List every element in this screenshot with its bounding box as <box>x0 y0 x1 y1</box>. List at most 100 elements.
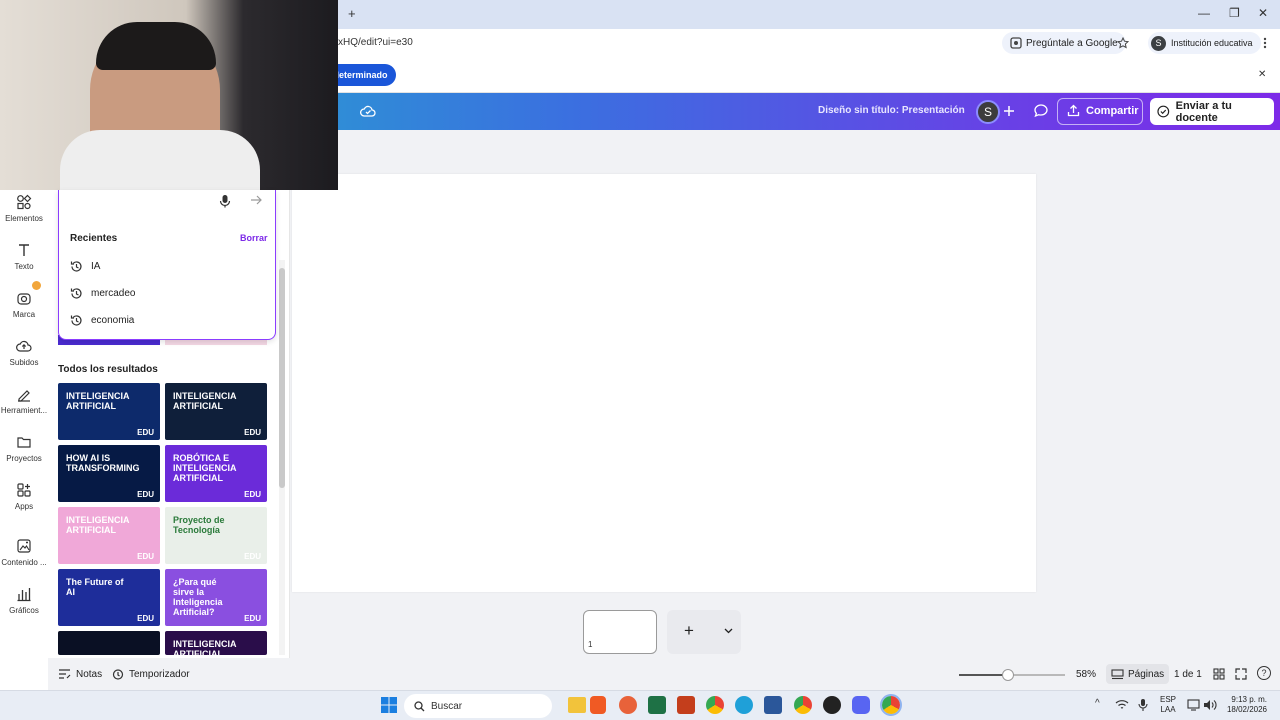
set-default-button[interactable]: leterminado <box>328 64 396 86</box>
ask-google-chip[interactable]: Pregúntale a Google <box>1002 32 1126 54</box>
help-button[interactable]: ? <box>1257 666 1271 680</box>
recent-search-item[interactable]: mercadeo <box>70 287 135 300</box>
send-to-teacher-label: Enviar a tu docente <box>1175 99 1232 124</box>
search-icon <box>414 700 425 711</box>
comment-icon[interactable] <box>1033 103 1049 119</box>
add-page-button[interactable]: + <box>684 621 694 641</box>
template-thumbnail[interactable]: ROBÓTICA E INTELIGENCIA ARTIFICIAL EDU <box>165 445 267 502</box>
template-thumbnail[interactable]: The Future of AI EDU <box>58 569 160 626</box>
sidebar-label-charts: Gráficos <box>9 606 39 615</box>
share-button[interactable] <box>1057 98 1143 125</box>
microphone-tray-icon[interactable] <box>1138 698 1148 712</box>
chrome-icon[interactable] <box>706 696 724 714</box>
restore-button[interactable]: ❐ <box>1229 6 1240 20</box>
page-thumbnail[interactable]: 1 <box>583 610 657 654</box>
taskbar-search-box[interactable]: Buscar <box>404 694 552 718</box>
doc-title[interactable]: Diseño sin título: Presentación <box>818 105 965 116</box>
close-window-button[interactable]: ✕ <box>1258 6 1268 20</box>
discord-icon[interactable] <box>852 696 870 714</box>
template-thumbnail[interactable]: INTELIGENCIA ARTIFICIAL <box>165 631 267 655</box>
bookmark-star-icon[interactable] <box>1117 37 1129 49</box>
google-lens-icon <box>1010 37 1022 49</box>
panel-scrollbar-thumb[interactable] <box>279 268 285 488</box>
sidebar-item-projects[interactable]: Proyectos <box>0 434 48 463</box>
sidebar-item-uploads[interactable]: Subidos <box>0 338 48 367</box>
timer-button[interactable]: Temporizador <box>112 668 190 680</box>
template-thumbnail[interactable]: INTELIGENCIA ARTIFICIAL EDU <box>58 507 160 564</box>
cloud-saved-icon[interactable] <box>360 104 376 118</box>
sidebar-item-apps[interactable]: Apps <box>0 482 48 511</box>
infobar-close-icon[interactable]: ✕ <box>1258 69 1266 80</box>
microphone-icon[interactable] <box>219 194 231 208</box>
recent-search-item[interactable]: IA <box>70 260 100 273</box>
pages-view-button[interactable]: Páginas <box>1106 664 1170 684</box>
minimize-button[interactable]: — <box>1198 6 1210 20</box>
template-title: ROBÓTICA E INTELIGENCIA ARTIFICIAL <box>173 453 237 483</box>
volume-icon[interactable] <box>1203 699 1217 711</box>
sidebar-item-text[interactable]: Texto <box>0 242 48 271</box>
send-to-teacher-button[interactable]: Enviar a tu docente <box>1150 98 1274 125</box>
notes-label: Notas <box>76 668 103 680</box>
template-thumbnail[interactable]: INTELIGENCIA ARTIFICIAL EDU <box>58 383 160 440</box>
excel-icon[interactable] <box>648 696 666 714</box>
profile-chip[interactable]: S Institución educativa <box>1148 32 1261 54</box>
sidebar-item-charts[interactable]: Gráficos <box>0 586 48 615</box>
sidebar-item-magic-media[interactable]: Contenido ... <box>0 538 48 567</box>
template-thumbnail[interactable]: INTELIGENCIA ARTIFICIAL EDU <box>165 383 267 440</box>
notes-button[interactable]: Notas <box>58 668 102 680</box>
obs-icon[interactable] <box>823 696 841 714</box>
new-tab-button[interactable]: + <box>348 6 356 21</box>
pages-icon <box>1111 668 1124 679</box>
clock[interactable]: 9:13 p. m. 18/02/2026 <box>1225 695 1267 715</box>
windows-start-icon[interactable] <box>381 697 397 713</box>
add-page-group: + <box>667 610 741 654</box>
language-bottom: LAA <box>1160 705 1176 714</box>
chrome-profile-icon[interactable] <box>794 696 812 714</box>
clock-time: 9:13 p. m. <box>1231 695 1267 704</box>
powerpoint-icon[interactable] <box>677 696 695 714</box>
network-icon[interactable] <box>1115 699 1129 711</box>
slide-canvas[interactable] <box>292 174 1036 592</box>
all-results-heading: Todos los resultados <box>58 364 158 375</box>
collaborator-avatar[interactable]: S <box>976 100 1000 124</box>
word-icon[interactable] <box>764 696 782 714</box>
recent-search-label: mercadeo <box>91 288 136 299</box>
language-indicator[interactable]: ESP LAA <box>1160 695 1176 715</box>
zoom-percentage[interactable]: 58% <box>1076 669 1096 680</box>
file-explorer-icon[interactable] <box>568 697 586 713</box>
fullscreen-icon[interactable] <box>1235 668 1247 680</box>
template-thumbnail[interactable]: Proyecto de Tecnología EDU <box>165 507 267 564</box>
search-dropdown: Recientes Borrar IA mercadeo economia <box>58 190 276 340</box>
recent-search-item[interactable]: economia <box>70 314 134 327</box>
chevron-down-icon[interactable] <box>724 628 733 634</box>
tools-icon <box>18 390 30 402</box>
brave-browser-icon[interactable] <box>590 696 606 714</box>
url-text[interactable]: xHQ/edit?ui=e30 <box>338 37 413 48</box>
browser-menu-icon[interactable] <box>1262 37 1268 49</box>
grid-view-icon[interactable] <box>1213 668 1225 680</box>
edu-badge: EDU <box>137 614 154 623</box>
history-icon <box>70 315 82 326</box>
search-submit-arrow-icon[interactable] <box>250 195 262 205</box>
chrome-active-icon[interactable] <box>880 694 902 716</box>
display-icon[interactable] <box>1187 699 1200 711</box>
template-thumbnail[interactable] <box>58 631 160 655</box>
edge-icon[interactable] <box>735 696 753 714</box>
sidebar-item-tools[interactable]: Herramient... <box>0 386 48 415</box>
sidebar-label-elements: Elementos <box>5 214 43 223</box>
zoom-slider-thumb[interactable] <box>1001 669 1014 681</box>
firefox-icon[interactable] <box>619 696 637 714</box>
sidebar-item-brand[interactable]: Marca <box>0 281 48 319</box>
template-thumbnail[interactable]: HOW AI IS TRANSFORMING EDU <box>58 445 160 502</box>
search-results-panel: Recientes Borrar IA mercadeo economia To… <box>48 190 290 658</box>
template-thumbnail[interactable]: ¿Para qué sirve la Inteligencia Artifici… <box>165 569 267 626</box>
webcam-overlay <box>0 0 338 190</box>
tray-chevron-up-icon[interactable]: ^ <box>1095 698 1100 709</box>
add-collaborator-icon[interactable] <box>1003 105 1015 117</box>
clear-recent-link[interactable]: Borrar <box>240 233 268 243</box>
sidebar-label-brand: Marca <box>12 310 36 319</box>
sidebar-label-magic-media: Contenido ... <box>1 558 47 567</box>
sidebar-label-text: Texto <box>14 262 34 271</box>
brand-icon <box>17 293 31 305</box>
sidebar-item-elements[interactable]: Elementos <box>0 194 48 223</box>
